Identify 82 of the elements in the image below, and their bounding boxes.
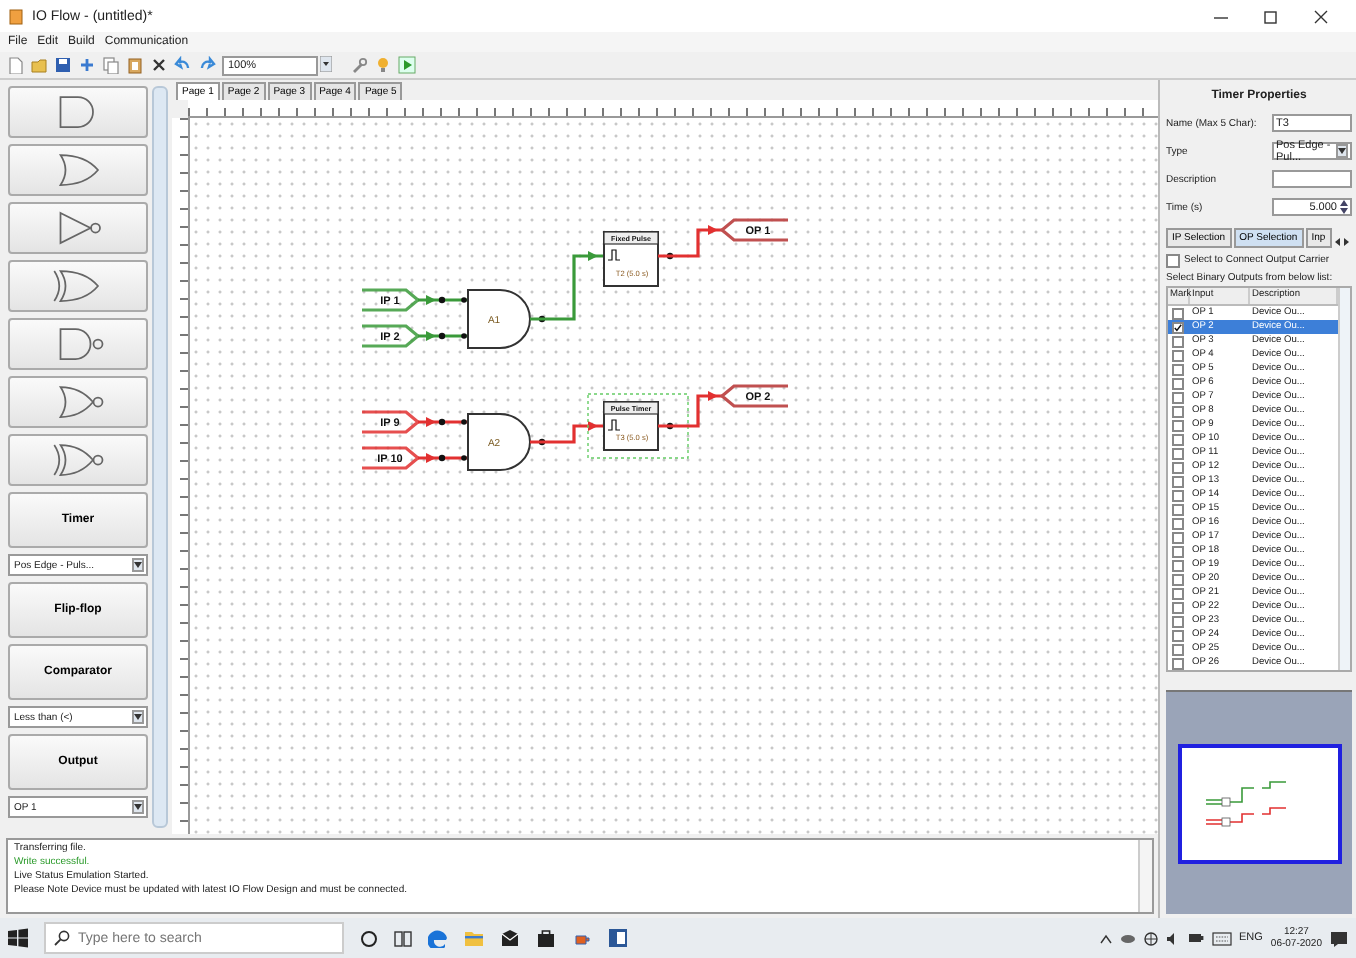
- search-icon: [54, 930, 70, 946]
- checkbox[interactable]: [1172, 391, 1184, 403]
- text-field[interactable]: [1272, 170, 1352, 188]
- and-gate-button[interactable]: [8, 86, 148, 138]
- nor-gate-button[interactable]: [8, 376, 148, 428]
- checkbox[interactable]: [1172, 657, 1184, 669]
- checkbox[interactable]: [1172, 643, 1184, 655]
- checkbox[interactable]: [1172, 601, 1184, 613]
- wrench-icon: [350, 56, 368, 74]
- checkbox[interactable]: [1172, 587, 1184, 599]
- checkbox[interactable]: [1172, 433, 1184, 445]
- battery-icon: [1187, 932, 1203, 944]
- speaker-icon: [1165, 931, 1179, 945]
- wire: [418, 295, 468, 305]
- checkbox[interactable]: [1172, 349, 1184, 361]
- dropdown-arrow-icon: [134, 562, 142, 568]
- folder-icon: [30, 56, 48, 74]
- checkbox[interactable]: [1172, 559, 1184, 571]
- globe-icon: [1143, 931, 1157, 945]
- wire: [418, 331, 468, 341]
- close-icon: [1314, 9, 1328, 23]
- nand-gate-button[interactable]: [8, 318, 148, 370]
- dropdown-arrow-icon: [1338, 148, 1346, 154]
- or-gate-button[interactable]: [8, 144, 148, 196]
- browser-icon: [428, 928, 448, 948]
- wire: [418, 417, 468, 427]
- checkbox[interactable]: [1172, 615, 1184, 627]
- windows-logo-icon: [8, 928, 28, 948]
- cloud-icon: [1119, 932, 1135, 944]
- dropdown-arrow-icon: [134, 804, 142, 810]
- not-gate-button[interactable]: [8, 202, 148, 254]
- delete-icon: [150, 56, 168, 74]
- checkbox[interactable]: [1172, 573, 1184, 585]
- circle-icon: [360, 929, 378, 947]
- maximize-icon: [1264, 9, 1278, 23]
- keyboard-icon: [1211, 931, 1231, 945]
- checkbox[interactable]: [1166, 253, 1180, 267]
- scrollbar[interactable]: [152, 86, 168, 828]
- scrollbar[interactable]: [1338, 288, 1350, 670]
- xnor-gate-icon: [48, 440, 108, 480]
- copy-icon: [102, 56, 120, 74]
- checkbox[interactable]: [1172, 335, 1184, 347]
- checkbox[interactable]: [1172, 629, 1184, 641]
- checkbox[interactable]: [1172, 531, 1184, 543]
- checkbox[interactable]: [1172, 377, 1184, 389]
- folder-icon: [464, 928, 484, 948]
- task-view-icon: [394, 929, 412, 947]
- app-icon: [8, 7, 24, 25]
- light-bulb-icon: [374, 56, 392, 74]
- wire: [418, 453, 468, 463]
- redo-icon: [198, 56, 216, 74]
- dropdown-arrow-icon: [320, 55, 332, 71]
- checkbox[interactable]: [1172, 307, 1184, 319]
- xnor-gate-button[interactable]: [8, 434, 148, 486]
- checkbox[interactable]: [1172, 321, 1184, 333]
- scroll-arrows-icon: [1333, 236, 1350, 248]
- dropdown-arrow-icon: [134, 714, 142, 720]
- notification-icon: [1330, 929, 1348, 947]
- checkbox[interactable]: [1172, 447, 1184, 459]
- new-file-icon: [6, 56, 24, 74]
- checkbox[interactable]: [1172, 363, 1184, 375]
- checkbox[interactable]: [1172, 489, 1184, 501]
- document-app-icon: [608, 928, 628, 948]
- undo-icon: [174, 56, 192, 74]
- checkbox[interactable]: [1172, 517, 1184, 529]
- save-icon: [54, 56, 72, 74]
- xor-gate-button[interactable]: [8, 260, 148, 312]
- checkbox[interactable]: [1172, 545, 1184, 557]
- checkbox[interactable]: [1172, 405, 1184, 417]
- checkbox[interactable]: [1172, 419, 1184, 431]
- clipboard-icon: [126, 56, 144, 74]
- checkbox[interactable]: [1172, 503, 1184, 515]
- checkbox[interactable]: [1172, 475, 1184, 487]
- checkbox[interactable]: [1172, 461, 1184, 473]
- checkmark-icon: [1174, 323, 1182, 331]
- envelope-icon: [500, 928, 520, 948]
- spinner-arrows-icon: [1340, 200, 1348, 214]
- shopping-bag-icon: [536, 928, 556, 948]
- scrollbar[interactable]: [1138, 840, 1152, 912]
- play-icon: [398, 56, 416, 74]
- caret-up-icon: [1099, 933, 1111, 943]
- plus-icon: [78, 56, 96, 74]
